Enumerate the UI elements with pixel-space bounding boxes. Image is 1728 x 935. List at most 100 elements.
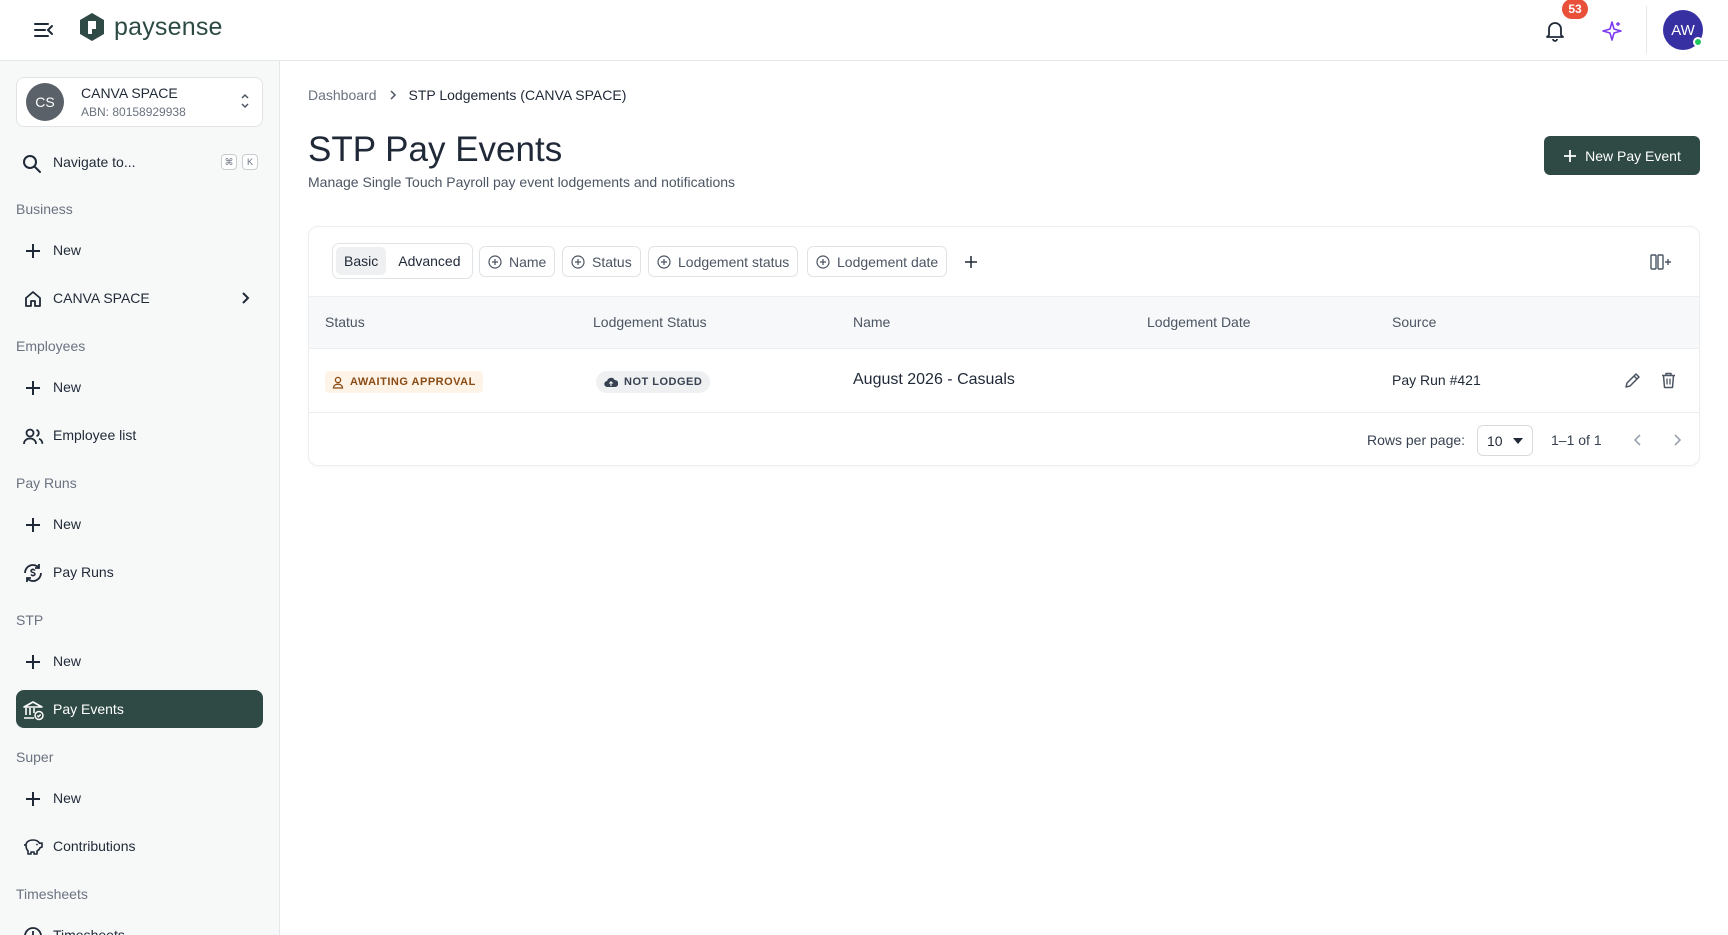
section-timesheets: Timesheets — [16, 886, 88, 902]
column-header-lodgement-date[interactable]: Lodgement Date — [1147, 314, 1251, 330]
piggy-bank-icon — [22, 836, 44, 858]
cell-name: August 2026 - Casuals — [853, 371, 1015, 388]
sidebar-item-pay-runs[interactable]: Pay Runs — [16, 553, 263, 591]
add-column-icon — [1650, 254, 1671, 270]
notifications-button[interactable] — [1540, 16, 1570, 46]
kbd-cmd: ⌘ — [221, 154, 237, 170]
plus-circle-icon — [571, 254, 585, 269]
table-row[interactable]: AWAITING APPROVAL NOT LODGED August 2026… — [309, 349, 1699, 413]
page-title: STP Pay Events — [308, 130, 563, 169]
home-icon — [22, 288, 44, 310]
plus-icon — [22, 240, 44, 262]
page-subtitle: Manage Single Touch Payroll pay event lo… — [308, 174, 736, 190]
org-avatar: CS — [26, 83, 64, 121]
pencil-icon — [1624, 372, 1640, 388]
online-status-dot — [1693, 37, 1703, 47]
caret-down-icon — [1513, 437, 1523, 444]
lodgement-status-label: NOT LODGED — [624, 376, 703, 388]
pay-events-table-card: Basic Advanced Name Status Lodgement sta… — [308, 226, 1700, 466]
chevron-right-icon — [389, 90, 396, 100]
plus-icon — [1564, 149, 1577, 162]
plus-icon — [22, 651, 44, 673]
navigate-search-label: Navigate to... — [53, 154, 136, 170]
ai-assistant-button[interactable] — [1597, 16, 1627, 46]
sidebar-item-label: Contributions — [53, 838, 136, 854]
paysense-logo-icon — [80, 13, 104, 41]
add-filter-button[interactable] — [960, 251, 982, 273]
previous-page-button[interactable] — [1626, 428, 1650, 452]
delete-button[interactable] — [1656, 368, 1680, 392]
cloud-upload-icon — [604, 377, 618, 387]
user-clock-icon — [332, 376, 344, 389]
rows-per-page-select[interactable]: 10 — [1477, 425, 1533, 456]
breadcrumb-current: STP Lodgements (CANVA SPACE) — [408, 87, 627, 103]
cell-source[interactable]: Pay Run #421 — [1392, 372, 1481, 388]
chevron-up-down-icon — [241, 93, 249, 109]
sidebar-item-label: Timesheets — [53, 927, 125, 935]
sidebar-item-contributions[interactable]: Contributions — [16, 827, 263, 865]
menu-icon — [34, 23, 53, 37]
breadcrumb-dashboard-link[interactable]: Dashboard — [308, 87, 377, 103]
sidebar-item-employees-new[interactable]: New — [16, 368, 263, 406]
filter-chip-status[interactable]: Status — [562, 246, 641, 277]
plus-icon — [22, 377, 44, 399]
sidebar-item-label: Pay Events — [53, 701, 124, 717]
filter-chip-lodgement-status[interactable]: Lodgement status — [648, 246, 799, 277]
menu-collapse-button[interactable] — [30, 16, 58, 44]
pagination-range: 1–1 of 1 — [1551, 432, 1602, 448]
filter-mode-advanced[interactable]: Advanced — [390, 247, 468, 275]
sidebar-item-canva-space[interactable]: CANVA SPACE — [16, 279, 263, 317]
edit-button[interactable] — [1620, 368, 1644, 392]
users-icon — [22, 425, 44, 447]
sidebar-item-payruns-new[interactable]: New — [16, 505, 263, 543]
sidebar-item-business-new[interactable]: New — [16, 231, 263, 269]
sidebar-item-employee-list[interactable]: Employee list — [16, 416, 263, 454]
chevron-right-icon — [1674, 434, 1682, 446]
org-abn: ABN: 80158929938 — [81, 105, 186, 119]
org-name: CANVA SPACE — [81, 85, 178, 101]
status-badge-label: AWAITING APPROVAL — [350, 376, 476, 388]
header-divider — [1646, 6, 1647, 54]
brand-logo[interactable]: paysense — [78, 12, 223, 42]
notification-badge: 53 — [1562, 0, 1588, 19]
column-header-status[interactable]: Status — [325, 314, 365, 330]
sidebar-item-stp-new[interactable]: New — [16, 642, 263, 680]
sidebar-item-label: New — [53, 653, 82, 669]
sidebar-item-label: New — [53, 242, 82, 258]
brand-name: paysense — [114, 12, 223, 41]
breadcrumb: Dashboard STP Lodgements (CANVA SPACE) — [308, 87, 626, 103]
filter-chip-label: Lodgement status — [678, 253, 790, 270]
plus-circle-icon — [816, 254, 830, 269]
filter-toolbar: Basic Advanced Name Status Lodgement sta… — [309, 227, 1699, 297]
next-page-button[interactable] — [1665, 428, 1689, 452]
filter-chip-name[interactable]: Name — [479, 246, 556, 277]
status-badge: AWAITING APPROVAL — [325, 371, 483, 393]
plus-circle-icon — [657, 254, 671, 269]
column-header-source[interactable]: Source — [1392, 314, 1436, 330]
column-header-lodgement-status[interactable]: Lodgement Status — [593, 314, 707, 330]
section-super: Super — [16, 749, 54, 765]
filter-chip-lodgement-date[interactable]: Lodgement date — [807, 246, 948, 277]
org-switcher[interactable]: CS CANVA SPACE ABN: 80158929938 — [16, 77, 263, 127]
table-header: Status Lodgement Status Name Lodgement D… — [309, 297, 1699, 349]
sidebar-item-pay-events[interactable]: Pay Events — [16, 690, 263, 728]
rows-per-page-value: 10 — [1487, 432, 1503, 449]
filter-mode-basic[interactable]: Basic — [336, 247, 387, 275]
bell-icon — [1546, 22, 1564, 42]
section-stp: STP — [16, 612, 44, 628]
lodgement-status-badge: NOT LODGED — [596, 371, 711, 393]
search-icon — [23, 155, 41, 173]
sidebar-item-label: New — [53, 516, 82, 532]
sidebar-item-label: CANVA SPACE — [53, 290, 150, 306]
chevron-left-icon — [1633, 434, 1641, 446]
column-settings-button[interactable] — [1649, 251, 1673, 273]
navigate-search[interactable]: Navigate to... ⌘ K — [16, 148, 263, 178]
filter-mode-toggle: Basic Advanced — [332, 243, 473, 279]
sidebar-item-super-new[interactable]: New — [16, 779, 263, 817]
new-pay-event-button[interactable]: New Pay Event — [1544, 136, 1700, 175]
sidebar-item-label: Pay Runs — [53, 564, 114, 580]
section-pay-runs: Pay Runs — [16, 475, 77, 491]
column-header-name[interactable]: Name — [853, 314, 890, 330]
chevron-right-icon — [242, 292, 250, 304]
sidebar-item-timesheets[interactable]: Timesheets — [16, 916, 263, 935]
